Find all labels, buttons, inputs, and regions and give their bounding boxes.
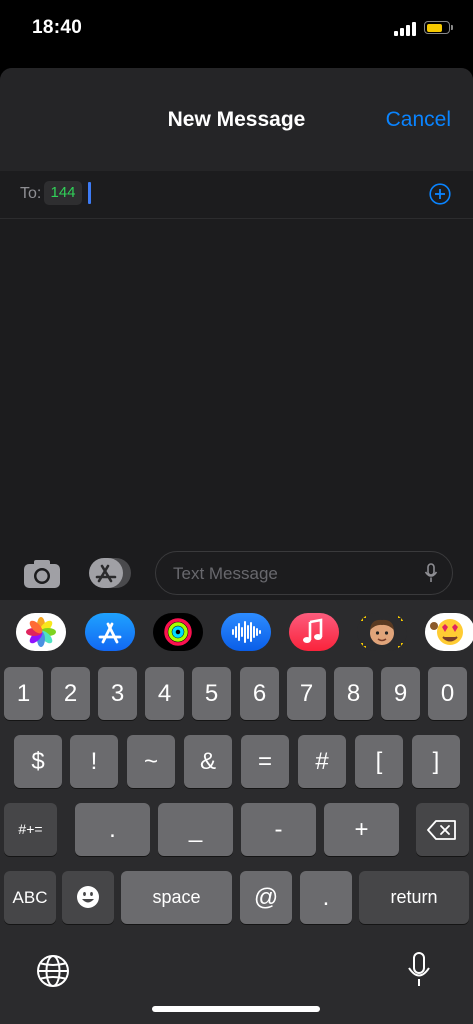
globe-icon[interactable] <box>36 954 70 988</box>
microphone-icon[interactable] <box>424 563 438 583</box>
space-key[interactable]: space <box>121 871 232 924</box>
cellular-signal-icon <box>394 22 416 36</box>
key-7[interactable]: 7 <box>287 667 326 720</box>
key-0[interactable]: 0 <box>428 667 467 720</box>
battery-cap <box>451 25 453 30</box>
return-key[interactable]: return <box>359 871 469 924</box>
key-right-bracket[interactable]: ] <box>412 735 460 788</box>
symbols-toggle-key[interactable]: #+= <box>4 803 57 856</box>
delete-key[interactable] <box>416 803 469 856</box>
key-dollar[interactable]: $ <box>14 735 62 788</box>
key-left-bracket[interactable]: [ <box>355 735 403 788</box>
delete-backspace-icon <box>427 820 456 840</box>
activity-app-icon[interactable] <box>153 613 203 651</box>
app-store-app-icon[interactable] <box>85 613 135 651</box>
home-indicator[interactable] <box>152 1006 320 1012</box>
key-tilde[interactable]: ~ <box>127 735 175 788</box>
audio-message-app-icon[interactable] <box>221 613 271 651</box>
key-6[interactable]: 6 <box>240 667 279 720</box>
message-text-field[interactable]: Text Message <box>155 551 453 595</box>
to-label: To: <box>20 185 42 202</box>
key-hyphen[interactable]: - <box>241 803 316 856</box>
emoji-key[interactable] <box>62 871 114 924</box>
key-4[interactable]: 4 <box>145 667 184 720</box>
key-2[interactable]: 2 <box>51 667 90 720</box>
key-equals[interactable]: = <box>241 735 289 788</box>
status-bar: 18:40 <box>0 0 473 58</box>
key-underscore[interactable]: _ <box>158 803 233 856</box>
key-ampersand[interactable]: & <box>184 735 232 788</box>
key-period[interactable]: . <box>75 803 150 856</box>
key-at[interactable]: @ <box>240 871 292 924</box>
key-dot[interactable]: . <box>300 871 352 924</box>
keyboard: 1 2 3 4 5 6 7 8 9 0 $ ! ~ & = # [ ] #+= … <box>0 662 473 1024</box>
key-5[interactable]: 5 <box>192 667 231 720</box>
app-store-icon[interactable] <box>87 557 133 589</box>
battery-icon <box>424 21 450 34</box>
status-time: 18:40 <box>32 17 83 38</box>
emoji-icon <box>77 886 99 908</box>
recipient-chip[interactable]: 144 <box>44 181 82 205</box>
memoji-app-icon[interactable] <box>357 613 407 651</box>
sheet-header: New Message Cancel <box>0 68 473 171</box>
key-1[interactable]: 1 <box>4 667 43 720</box>
dictation-microphone-icon[interactable] <box>406 951 432 989</box>
animoji-app-icon[interactable] <box>425 613 473 651</box>
abc-key[interactable]: ABC <box>4 871 56 924</box>
text-field-placeholder: Text Message <box>173 564 278 583</box>
recipient-row[interactable]: To: 144 <box>0 171 473 219</box>
key-8[interactable]: 8 <box>334 667 373 720</box>
key-hash[interactable]: # <box>298 735 346 788</box>
key-exclamation[interactable]: ! <box>70 735 118 788</box>
text-cursor <box>88 182 91 204</box>
key-plus[interactable]: + <box>324 803 399 856</box>
key-3[interactable]: 3 <box>98 667 137 720</box>
music-app-icon[interactable] <box>289 613 339 651</box>
new-message-sheet: New Message Cancel To: 144 <box>0 68 473 600</box>
key-9[interactable]: 9 <box>381 667 420 720</box>
camera-icon[interactable] <box>22 556 62 590</box>
add-contact-icon[interactable] <box>429 183 451 205</box>
cancel-button[interactable]: Cancel <box>386 108 451 132</box>
photos-app-icon[interactable] <box>16 613 66 651</box>
imessage-app-strip <box>0 600 473 662</box>
